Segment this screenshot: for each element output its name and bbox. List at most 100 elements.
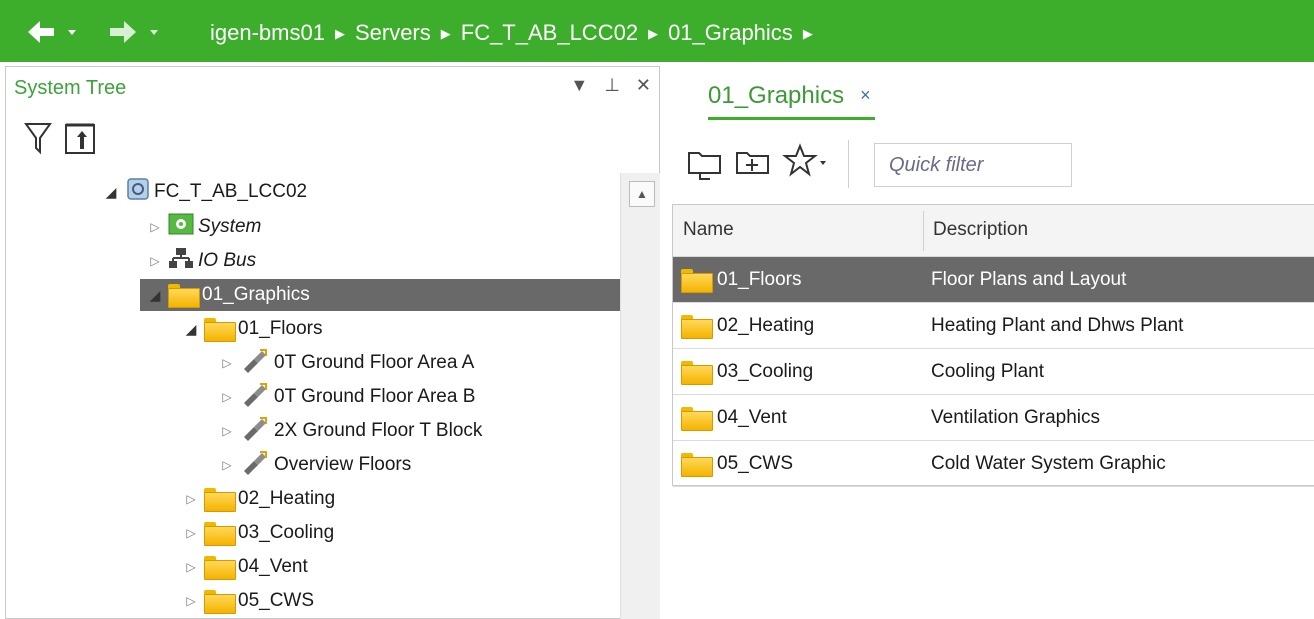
folder-icon [681,407,713,431]
cell-description: Ventilation Graphics [931,407,1100,428]
scroll-up-button[interactable]: ▲ [629,181,655,207]
column-divider[interactable] [923,211,924,251]
tree-item-floors[interactable]: ◢ 01_Floors [182,313,323,345]
expanded-icon[interactable]: ◢ [182,321,200,338]
tree-item-system[interactable]: ▷ System [146,211,261,243]
cell-description: Floor Plans and Layout [931,269,1127,290]
tree-item-graphic[interactable]: ▷ Overview Floors [218,449,411,481]
folder-icon [681,453,713,477]
cell-description: Cold Water System Graphic [931,453,1166,474]
tree-item-io-bus[interactable]: ▷ IO Bus [146,245,256,277]
collapsed-icon[interactable]: ▷ [146,220,164,234]
collapse-up-icon[interactable] [64,121,98,160]
tree-item-label: 01_Graphics [202,284,310,305]
tree-item-label: 05_CWS [238,590,315,611]
breadcrumb-separator-icon[interactable]: ▶ [648,27,658,40]
new-folder-icon[interactable] [686,143,724,186]
expanded-icon[interactable]: ◢ [102,184,120,201]
folder-icon [681,361,713,385]
collapsed-icon[interactable]: ▷ [218,458,236,472]
forward-arrow-icon [110,21,158,43]
tree-item-graphic[interactable]: ▷ 0T Ground Floor Area B [218,381,475,413]
breadcrumb-separator-icon[interactable]: ▶ [335,27,345,40]
back-arrow-icon [28,21,76,43]
tree-item-label: IO Bus [198,250,257,271]
collapsed-icon[interactable]: ▷ [182,526,200,540]
tree-item-heating[interactable]: ▷ 02_Heating [182,483,335,515]
cell-name: 04_Vent [717,407,787,428]
tab-label: 01_Graphics [708,81,845,109]
toolbar-divider [848,140,849,188]
folder-icon [204,318,236,342]
collapsed-icon[interactable]: ▷ [218,424,236,438]
graphic-pen-icon [240,449,268,481]
cell-name: 03_Cooling [717,361,814,382]
server-icon [126,177,150,207]
tree-item-label: 0T Ground Floor Area B [274,386,476,407]
favorites-star-icon[interactable] [782,142,828,186]
column-header-name[interactable]: Name [683,219,734,241]
tree-item-label: FC_T_AB_LCC02 [154,181,308,202]
cell-description: Cooling Plant [931,361,1045,382]
table-row[interactable]: 03_Cooling Cooling Plant [673,349,1314,395]
items-table: Name Description 01_Floors Floor Plans a… [672,204,1314,487]
folder-icon [168,284,200,308]
back-button[interactable] [24,14,84,50]
breadcrumb-item-graphics[interactable]: 01_Graphics [668,20,793,46]
collapsed-icon[interactable]: ▷ [218,356,236,370]
content-toolbar [686,140,849,188]
table-row[interactable]: 05_CWS Cold Water System Graphic [673,441,1314,487]
cell-name: 05_CWS [717,453,794,474]
folder-icon [204,488,236,512]
tree-item-cws[interactable]: ▷ 05_CWS [182,585,314,617]
collapsed-icon[interactable]: ▷ [146,254,164,268]
table-row[interactable]: 04_Vent Ventilation Graphics [673,395,1314,441]
tree-item-label: 04_Vent [238,556,308,577]
column-header-description[interactable]: Description [933,219,1028,241]
io-bus-icon [168,246,194,276]
tree-item-vent[interactable]: ▷ 04_Vent [182,551,308,583]
navigation-bar: igen-bms01 ▶ Servers ▶ FC_T_AB_LCC02 ▶ 0… [0,0,1314,66]
folder-icon [681,315,713,339]
pane-controls: ▼ ⊥ ✕ [570,75,651,96]
tree-item-cooling[interactable]: ▷ 03_Cooling [182,517,334,549]
filter-icon[interactable] [24,121,52,160]
content-pane: 01_Graphics × Name Description [668,66,1314,619]
cell-description: Heating Plant and Dhws Plant [931,315,1184,336]
graphic-pen-icon [240,381,268,413]
vertical-scrollbar[interactable]: ▲ [620,173,660,619]
forward-button[interactable] [106,14,166,50]
graphic-pen-icon [240,415,268,447]
breadcrumb-item-servers[interactable]: Servers [355,20,431,46]
table-row[interactable]: 01_Floors Floor Plans and Layout [673,257,1314,303]
tree-item-graphic[interactable]: ▷ 0T Ground Floor Area A [218,347,474,379]
collapsed-icon[interactable]: ▷ [218,390,236,404]
collapsed-icon[interactable]: ▷ [182,560,200,574]
collapsed-icon[interactable]: ▷ [182,594,200,608]
quick-filter-input[interactable] [874,143,1072,187]
breadcrumb-separator-icon[interactable]: ▶ [803,27,813,40]
close-pane-icon[interactable]: ✕ [636,75,651,96]
graphic-pen-icon [240,347,268,379]
tab-graphics[interactable]: 01_Graphics × [708,74,875,120]
add-item-icon[interactable] [734,143,772,186]
cell-name: 01_Floors [717,269,802,290]
pane-menu-dropdown-icon[interactable]: ▼ [570,75,588,96]
tree-item-label: 0T Ground Floor Area A [274,352,475,373]
close-tab-icon[interactable]: × [860,85,871,106]
tree-item-graphic[interactable]: ▷ 2X Ground Floor T Block [218,415,482,447]
folder-icon [681,269,713,293]
breadcrumb-item-server[interactable]: igen-bms01 [210,20,325,46]
tree-item-graphics-selected[interactable]: ◢ 01_Graphics [140,279,620,311]
tree-item-label: System [198,216,262,237]
folder-icon [204,590,236,614]
breadcrumb-separator-icon[interactable]: ▶ [441,27,451,40]
expanded-icon[interactable]: ◢ [146,287,164,304]
collapsed-icon[interactable]: ▷ [182,492,200,506]
system-gear-icon [168,212,194,242]
tree-item-label: 02_Heating [238,488,336,509]
pin-icon[interactable]: ⊥ [604,75,620,96]
breadcrumb-item-controller[interactable]: FC_T_AB_LCC02 [461,20,638,46]
tree-item-controller[interactable]: ◢ FC_T_AB_LCC02 [102,176,307,208]
table-row[interactable]: 02_Heating Heating Plant and Dhws Plant [673,303,1314,349]
